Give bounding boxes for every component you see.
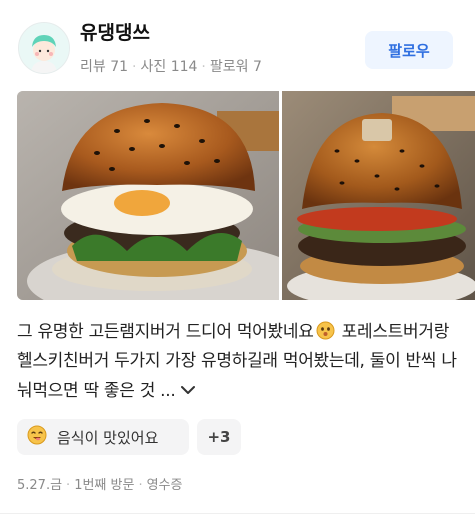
yum-emoji-icon: [27, 425, 47, 449]
burger-photo-2[interactable]: [282, 91, 475, 300]
stats-divider: ·: [132, 59, 137, 75]
user-nickname[interactable]: 유댕댕쓰: [80, 18, 150, 45]
follow-button[interactable]: 팔로우: [365, 31, 453, 69]
visit-count: 1번째 방문: [74, 478, 135, 493]
user-stats: 리뷰 71 · 사진 114 · 팔로워 7: [80, 56, 262, 76]
more-keywords-button[interactable]: +3: [197, 419, 241, 455]
keyword-chip-label: 음식이 맛있어요: [57, 428, 159, 447]
review-text[interactable]: 그 유명한 고든램지버거 드디어 먹어봤네요 포레스트버거랑 헬스키친버거 두가…: [17, 318, 457, 406]
photo-carousel[interactable]: [17, 91, 475, 300]
review-meta: 5.27.금 · 1번째 방문 · 영수증: [17, 474, 182, 493]
follower-count: 팔로워 7: [209, 59, 262, 75]
smile-emoji-icon: [316, 321, 335, 340]
chevron-down-icon[interactable]: [181, 376, 196, 394]
visit-date: 5.27.금: [17, 478, 63, 493]
stats-divider: ·: [201, 59, 206, 75]
review-header: 유댕댕쓰 리뷰 71 · 사진 114 · 팔로워 7 팔로우: [0, 0, 475, 88]
receipt-label: 영수증: [146, 478, 183, 493]
avatar[interactable]: [18, 22, 70, 74]
review-count: 리뷰 71: [80, 59, 129, 75]
keyword-chip-tasty[interactable]: 음식이 맛있어요: [17, 419, 189, 455]
meta-divider: ·: [66, 478, 71, 493]
burger-photo-1[interactable]: [17, 91, 279, 300]
review-text-part1: 그 유명한 고든램지버거 드디어 먹어봤네요: [17, 322, 314, 342]
photo-count: 사진 114: [140, 59, 198, 75]
divider: [0, 513, 475, 514]
meta-divider: ·: [138, 478, 143, 493]
